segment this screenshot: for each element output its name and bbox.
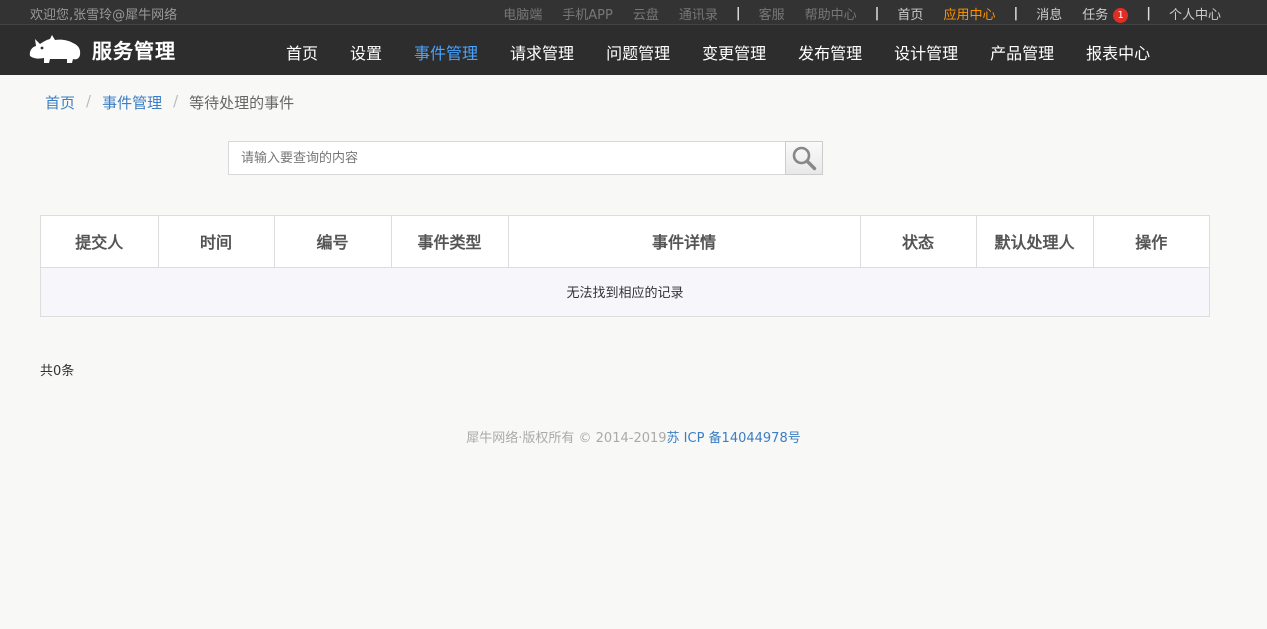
tasks-label: 任务 bbox=[1082, 8, 1109, 23]
link-tasks[interactable]: 任务 1 bbox=[1082, 4, 1129, 23]
column-header-actions: 操作 bbox=[1093, 216, 1209, 268]
breadcrumb-current: 等待处理的事件 bbox=[189, 94, 295, 112]
main-navbar: 服务管理 首页 设置 事件管理 请求管理 问题管理 变更管理 发布管理 设计管理… bbox=[0, 25, 1267, 75]
divider: | bbox=[1013, 6, 1019, 21]
brand-logo[interactable]: 服务管理 bbox=[28, 34, 176, 64]
nav-item-request-management[interactable]: 请求管理 bbox=[494, 25, 590, 75]
link-customer-service[interactable]: 客服 bbox=[759, 4, 785, 23]
rhino-icon bbox=[29, 35, 81, 63]
nav-menu: 首页 设置 事件管理 请求管理 问题管理 变更管理 发布管理 设计管理 产品管理… bbox=[270, 25, 1166, 75]
nav-item-report-center[interactable]: 报表中心 bbox=[1070, 25, 1166, 75]
column-header-time[interactable]: 时间 bbox=[158, 216, 275, 268]
column-header-number[interactable]: 编号 bbox=[274, 216, 392, 268]
footer: 犀牛网络·版权所有 © 2014-2019苏 ICP 备14044978号 bbox=[0, 427, 1267, 446]
link-help-center[interactable]: 帮助中心 bbox=[805, 4, 857, 23]
link-cloud-disk[interactable]: 云盘 bbox=[633, 4, 659, 23]
nav-item-home[interactable]: 首页 bbox=[270, 25, 334, 75]
task-count-badge: 1 bbox=[1113, 8, 1129, 23]
column-header-incident-type[interactable]: 事件类型 bbox=[391, 216, 509, 268]
breadcrumb-separator: / bbox=[86, 92, 92, 110]
empty-table-message: 无法找到相应的记录 bbox=[41, 267, 1209, 316]
column-header-status[interactable]: 状态 bbox=[860, 216, 977, 268]
utility-links: 电脑端 手机APP 云盘 通讯录 | 客服 帮助中心 | 首页 应用中心 | 消… bbox=[503, 4, 1221, 23]
breadcrumb: 首页 / 事件管理 / 等待处理的事件 bbox=[45, 92, 294, 113]
icp-link[interactable]: 苏 ICP 备14044978号 bbox=[667, 431, 801, 446]
record-count: 共0条 bbox=[40, 364, 75, 379]
divider: | bbox=[1146, 6, 1151, 21]
welcome-text: 欢迎您,张雪玲@犀牛网络 bbox=[30, 8, 178, 23]
breadcrumb-separator: / bbox=[173, 92, 179, 110]
table-header-row: 提交人 时间 编号 事件类型 事件详情 状态 默认处理人 操作 bbox=[41, 216, 1209, 268]
link-profile[interactable]: 个人中心 bbox=[1169, 4, 1221, 23]
brand-title: 服务管理 bbox=[92, 38, 176, 63]
search-icon bbox=[792, 146, 817, 171]
column-header-incident-details[interactable]: 事件详情 bbox=[508, 216, 861, 268]
column-header-default-handler[interactable]: 默认处理人 bbox=[976, 216, 1094, 268]
search-input[interactable] bbox=[228, 141, 785, 175]
search-bar bbox=[228, 141, 823, 175]
link-messages[interactable]: 消息 bbox=[1036, 4, 1062, 23]
breadcrumb-section[interactable]: 事件管理 bbox=[102, 92, 162, 113]
link-contacts[interactable]: 通讯录 bbox=[679, 4, 718, 23]
nav-item-incident-management[interactable]: 事件管理 bbox=[398, 25, 494, 75]
nav-item-settings[interactable]: 设置 bbox=[334, 25, 398, 75]
nav-item-release-management[interactable]: 发布管理 bbox=[782, 25, 878, 75]
nav-item-product-management[interactable]: 产品管理 bbox=[974, 25, 1070, 75]
table-row: 无法找到相应的记录 bbox=[41, 267, 1209, 316]
divider: | bbox=[735, 6, 741, 21]
nav-item-change-management[interactable]: 变更管理 bbox=[686, 25, 782, 75]
top-utility-bar: 欢迎您,张雪玲@犀牛网络 电脑端 手机APP 云盘 通讯录 | 客服 帮助中心 … bbox=[0, 0, 1267, 25]
link-mobile-app[interactable]: 手机APP bbox=[562, 4, 613, 23]
link-desktop[interactable]: 电脑端 bbox=[503, 4, 542, 23]
incident-table: 提交人 时间 编号 事件类型 事件详情 状态 默认处理人 操作 无法找到相应的记… bbox=[40, 215, 1210, 317]
search-button[interactable] bbox=[785, 141, 823, 175]
link-home[interactable]: 首页 bbox=[897, 4, 923, 23]
link-app-center[interactable]: 应用中心 bbox=[943, 4, 995, 23]
column-header-submitter[interactable]: 提交人 bbox=[41, 216, 159, 268]
nav-item-design-management[interactable]: 设计管理 bbox=[878, 25, 974, 75]
breadcrumb-home[interactable]: 首页 bbox=[45, 92, 75, 113]
copyright-text: 犀牛网络·版权所有 © 2014-2019 bbox=[466, 431, 667, 446]
divider: | bbox=[874, 6, 880, 21]
nav-item-problem-management[interactable]: 问题管理 bbox=[590, 25, 686, 75]
